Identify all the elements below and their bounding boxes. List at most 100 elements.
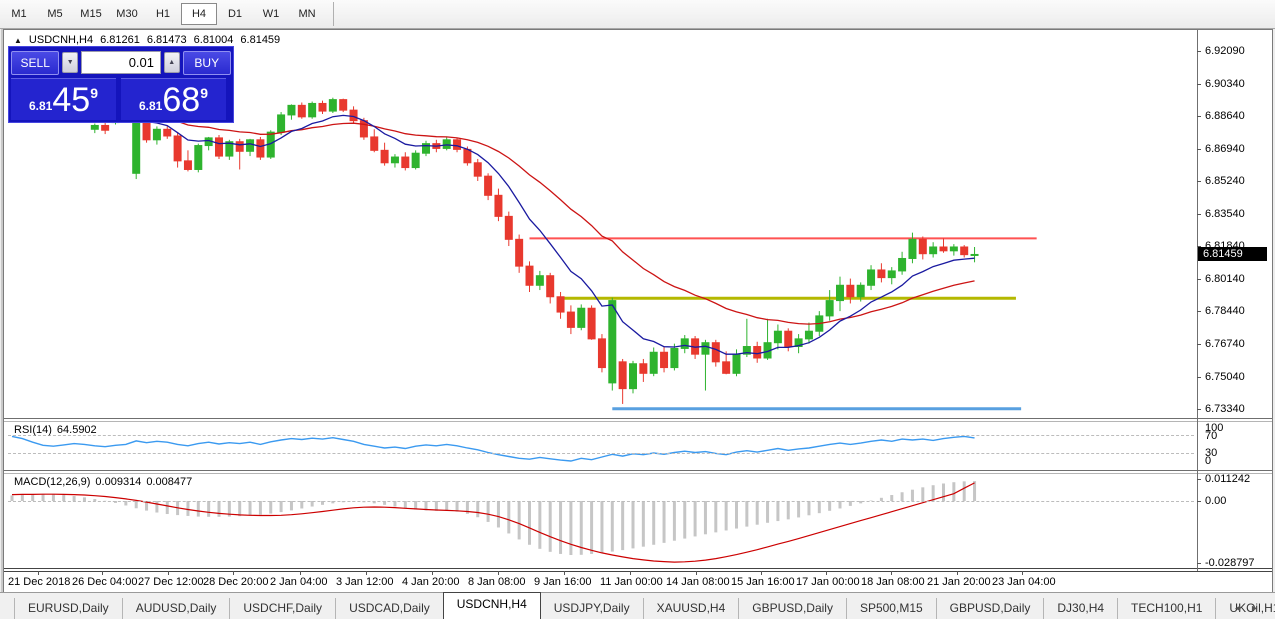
- macd-main-value: 0.009314: [95, 476, 141, 488]
- candle-body: [371, 137, 378, 150]
- candle-body: [381, 150, 388, 162]
- rsi-macd-separator-2: [4, 473, 1272, 474]
- chart-tab-dj30-h4[interactable]: DJ30,H4: [1044, 598, 1118, 619]
- main-rsi-separator-2: [4, 421, 1272, 422]
- candle-body: [754, 347, 761, 358]
- candle-body: [640, 364, 647, 374]
- candle-body: [578, 308, 585, 327]
- candle-body: [847, 285, 854, 296]
- candle-body: [412, 153, 419, 167]
- time-tick-mark: [366, 571, 367, 575]
- time-tick-mark: [696, 571, 697, 575]
- time-tick-mark: [564, 571, 565, 575]
- time-tick-mark: [102, 571, 103, 575]
- candle-body: [350, 110, 357, 121]
- buy-button[interactable]: BUY: [183, 51, 231, 75]
- collapse-icon[interactable]: ▲: [14, 36, 22, 45]
- price-tick-mark: [1197, 377, 1201, 378]
- volume-increase-button[interactable]: ▲: [164, 52, 180, 73]
- price-tick-mark: [1197, 84, 1201, 85]
- macd-time-separator: [4, 568, 1272, 569]
- timeframe-button-h4[interactable]: H4: [181, 3, 217, 25]
- macd-tick-mark: [1197, 479, 1201, 480]
- time-tick-mark: [630, 571, 631, 575]
- candle-body: [702, 343, 709, 354]
- chart-tab-tech100-h1[interactable]: TECH100,H1: [1118, 598, 1216, 619]
- chart-tab-usdchf-daily[interactable]: USDCHF,Daily: [230, 598, 336, 619]
- price-axis-label: 6.90340: [1205, 78, 1245, 90]
- candle-body: [857, 285, 864, 296]
- price-axis-label: 6.76740: [1205, 338, 1245, 350]
- timeframe-button-w1[interactable]: W1: [253, 3, 289, 25]
- rsi-name: RSI(14): [14, 424, 52, 436]
- rsi-label: RSI(14) 64.5902: [14, 424, 97, 436]
- chart-tab-audusd-daily[interactable]: AUDUSD,Daily: [123, 598, 231, 619]
- chart-tab-gbpusd-daily[interactable]: GBPUSD,Daily: [937, 598, 1045, 619]
- price-tick-mark: [1197, 214, 1201, 215]
- chart-tab-usdcad-daily[interactable]: USDCAD,Daily: [336, 598, 444, 619]
- sell-price-quote[interactable]: 6.81 45 9: [11, 78, 116, 120]
- time-axis-label: 9 Jan 16:00: [534, 576, 592, 588]
- candle-body: [184, 161, 191, 170]
- chart-tab-usdjpy-daily[interactable]: USDJPY,Daily: [541, 598, 644, 619]
- candle-body: [774, 331, 781, 342]
- volume-decrease-button[interactable]: ▼: [62, 52, 78, 73]
- buy-price-main: 68: [162, 83, 200, 117]
- candle-body: [837, 285, 844, 300]
- chart-tab-xauusd-h4[interactable]: XAUUSD,H4: [644, 598, 740, 619]
- timeframe-button-d1[interactable]: D1: [217, 3, 253, 25]
- candle-body: [671, 348, 678, 367]
- timeframe-button-h1[interactable]: H1: [145, 3, 181, 25]
- time-tick-mark: [233, 571, 234, 575]
- tabs-scroll-right-icon[interactable]: ►: [1250, 603, 1267, 613]
- price-axis-label: 6.80140: [1205, 273, 1245, 285]
- chart-tab-usdcnh-h4[interactable]: USDCNH,H4: [443, 592, 541, 619]
- chart-tab-gbpusd-daily[interactable]: GBPUSD,Daily: [739, 598, 847, 619]
- volume-input[interactable]: [81, 51, 161, 74]
- time-axis-label: 26 Dec 04:00: [72, 576, 137, 588]
- candle-body: [536, 276, 543, 286]
- candle-body: [402, 157, 409, 168]
- sell-price-prefix: 6.81: [29, 99, 52, 113]
- candle-body: [278, 115, 285, 132]
- candle-body: [733, 354, 740, 373]
- sell-price-pip: 9: [90, 85, 98, 101]
- time-axis-label: 14 Jan 08:00: [666, 576, 730, 588]
- chart-tab-eurusd-daily[interactable]: EURUSD,Daily: [14, 598, 123, 619]
- candle-body: [650, 352, 657, 373]
- chart-tab-sp500-m15[interactable]: SP500,M15: [847, 598, 937, 619]
- timeframe-button-m1[interactable]: M1: [1, 3, 37, 25]
- time-tick-mark: [957, 571, 958, 575]
- ohlc-open: 6.81261: [100, 34, 140, 46]
- candle-body: [495, 195, 502, 216]
- candle-body: [950, 247, 957, 251]
- sell-button[interactable]: SELL: [11, 51, 59, 75]
- price-axis-label: 6.78440: [1205, 305, 1245, 317]
- ma-fast-line: [12, 110, 975, 355]
- candle-body: [930, 247, 937, 254]
- buy-price-quote[interactable]: 6.81 68 9: [121, 78, 226, 120]
- macd-signal-line: [12, 483, 975, 562]
- chart-ohlc-header: ▲ USDCNH,H4 6.81261 6.81473 6.81004 6.81…: [14, 34, 280, 46]
- candle-body: [474, 163, 481, 176]
- candle-body: [723, 362, 730, 373]
- candle-body: [102, 125, 109, 130]
- candle-body: [630, 364, 637, 389]
- price-axis-line: [1197, 30, 1198, 571]
- price-tick-mark: [1197, 181, 1201, 182]
- rsi-level-70-line: [8, 435, 1194, 436]
- main-rsi-separator[interactable]: [4, 418, 1272, 419]
- timeframe-button-m15[interactable]: M15: [73, 3, 109, 25]
- time-axis-label: 11 Jan 00:00: [600, 576, 663, 588]
- candle-body: [329, 100, 336, 111]
- candle-body: [391, 157, 398, 163]
- rsi-macd-separator[interactable]: [4, 470, 1272, 471]
- ohlc-high: 6.81473: [147, 34, 187, 46]
- timeframe-button-mn[interactable]: MN: [289, 3, 325, 25]
- candle-body: [505, 216, 512, 239]
- tabs-scroll-left-icon[interactable]: ◄: [1233, 603, 1250, 613]
- timeframe-button-m5[interactable]: M5: [37, 3, 73, 25]
- ohlc-close: 6.81459: [240, 34, 280, 46]
- timeframe-button-m30[interactable]: M30: [109, 3, 145, 25]
- macd-axis-label: 0.011242: [1205, 473, 1250, 485]
